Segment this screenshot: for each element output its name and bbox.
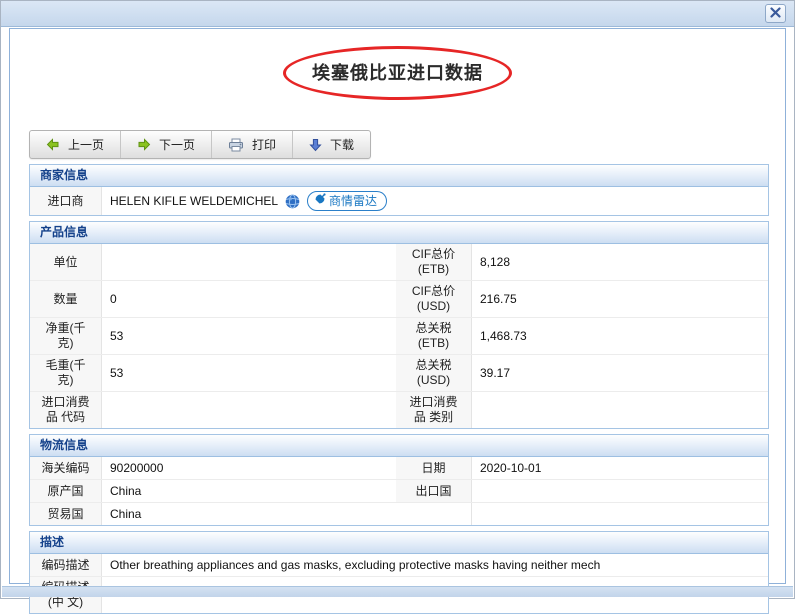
- field-value: Other breathing appliances and gas masks…: [102, 554, 768, 576]
- dialog-content: 埃塞俄比亚进口数据 上一页 下一页: [9, 28, 786, 584]
- field-label: CIF总价 (ETB): [396, 244, 472, 280]
- field-value: [102, 244, 396, 280]
- pager-toolbar: 上一页 下一页 打印: [29, 130, 371, 159]
- field-value: 90200000: [102, 457, 396, 479]
- window-bottom-frame: [2, 586, 793, 597]
- field-value: [472, 503, 768, 525]
- section-merchant-header: 商家信息: [30, 165, 768, 187]
- close-button[interactable]: [765, 4, 786, 23]
- download-button[interactable]: 下载: [292, 131, 370, 158]
- importer-name: HELEN KIFLE WELDEMICHEL: [110, 194, 278, 209]
- print-label: 打印: [252, 136, 276, 153]
- field-label: 编码描述: [30, 554, 102, 576]
- field-label: 数量: [30, 281, 102, 317]
- table-row: 净重(千克) 53 总关税(ETB) 1,468.73: [30, 317, 768, 354]
- table-row: 编码描述 Other breathing appliances and gas …: [30, 554, 768, 576]
- prev-page-button[interactable]: 上一页: [30, 131, 120, 158]
- table-row: 毛重(千克) 53 总关税 (USD) 39.17: [30, 354, 768, 391]
- section-logistics-header: 物流信息: [30, 435, 768, 457]
- field-value: China: [102, 480, 396, 502]
- red-ellipse-highlight: 埃塞俄比亚进口数据: [283, 46, 512, 100]
- field-label: 进口消费品 类别: [396, 392, 472, 428]
- section-description-header: 描述: [30, 532, 768, 554]
- field-label: 出口国: [396, 480, 472, 502]
- field-label: 海关编码: [30, 457, 102, 479]
- field-label: 贸易国: [30, 503, 102, 525]
- window-titlebar: [1, 1, 794, 27]
- close-icon: [770, 7, 781, 21]
- field-label: 单位: [30, 244, 102, 280]
- field-label: 原产国: [30, 480, 102, 502]
- field-value: 53: [102, 318, 396, 354]
- table-row: 单位 CIF总价 (ETB) 8,128: [30, 244, 768, 280]
- table-row: 海关编码 90200000 日期 2020-10-01: [30, 457, 768, 479]
- radar-button-label: 商情雷达: [329, 194, 377, 209]
- section-description: 描述 编码描述 Other breathing appliances and g…: [29, 531, 769, 614]
- radar-button[interactable]: 商情雷达: [307, 191, 387, 211]
- field-value: [102, 392, 396, 428]
- field-label: 净重(千克): [30, 318, 102, 354]
- field-label: 日期: [396, 457, 472, 479]
- page-title: 埃塞俄比亚进口数据: [312, 63, 483, 83]
- prev-page-label: 上一页: [68, 136, 104, 153]
- importer-label: 进口商: [30, 187, 102, 215]
- field-value: 53: [102, 355, 396, 391]
- section-merchant: 商家信息 进口商 HELEN KIFLE WELDEMICHEL: [29, 164, 769, 216]
- import-data-dialog: 埃塞俄比亚进口数据 上一页 下一页: [0, 0, 795, 599]
- table-row: 数量 0 CIF总价 (USD) 216.75: [30, 280, 768, 317]
- print-button[interactable]: 打印: [211, 131, 292, 158]
- field-value: 216.75: [472, 281, 768, 317]
- printer-icon: [228, 138, 244, 152]
- field-label: CIF总价 (USD): [396, 281, 472, 317]
- next-page-button[interactable]: 下一页: [120, 131, 211, 158]
- field-label: [396, 503, 472, 525]
- section-logistics: 物流信息 海关编码 90200000 日期 2020-10-01 原产国 Chi…: [29, 434, 769, 526]
- field-value: 1,468.73: [472, 318, 768, 354]
- globe-icon[interactable]: [285, 194, 300, 209]
- download-label: 下载: [330, 136, 354, 153]
- field-value: [472, 392, 768, 428]
- section-product: 产品信息 单位 CIF总价 (ETB) 8,128 数量 0 CIF总价 (US…: [29, 221, 769, 429]
- field-label: 总关税 (USD): [396, 355, 472, 391]
- table-row: 原产国 China 出口国: [30, 479, 768, 502]
- table-row: 进口消费品 代码 进口消费品 类别: [30, 391, 768, 428]
- field-value: 8,128: [472, 244, 768, 280]
- field-label: 总关税(ETB): [396, 318, 472, 354]
- title-area: 埃塞俄比亚进口数据: [29, 46, 766, 118]
- field-value: [472, 480, 768, 502]
- field-label: 进口消费品 代码: [30, 392, 102, 428]
- section-product-header: 产品信息: [30, 222, 768, 244]
- field-value: 0: [102, 281, 396, 317]
- table-row: 贸易国 China: [30, 502, 768, 525]
- arrow-right-green-icon: [137, 138, 151, 151]
- next-page-label: 下一页: [159, 136, 195, 153]
- field-value: China: [102, 503, 396, 525]
- importer-value-cell: HELEN KIFLE WELDEMICHEL: [102, 187, 768, 215]
- table-row: 进口商 HELEN KIFLE WELDEMICHEL: [30, 187, 768, 215]
- arrow-left-green-icon: [46, 138, 60, 151]
- field-label: 毛重(千克): [30, 355, 102, 391]
- field-value: 2020-10-01: [472, 457, 768, 479]
- field-value: 39.17: [472, 355, 768, 391]
- satellite-dish-icon: [314, 193, 326, 209]
- arrow-down-blue-icon: [309, 138, 322, 152]
